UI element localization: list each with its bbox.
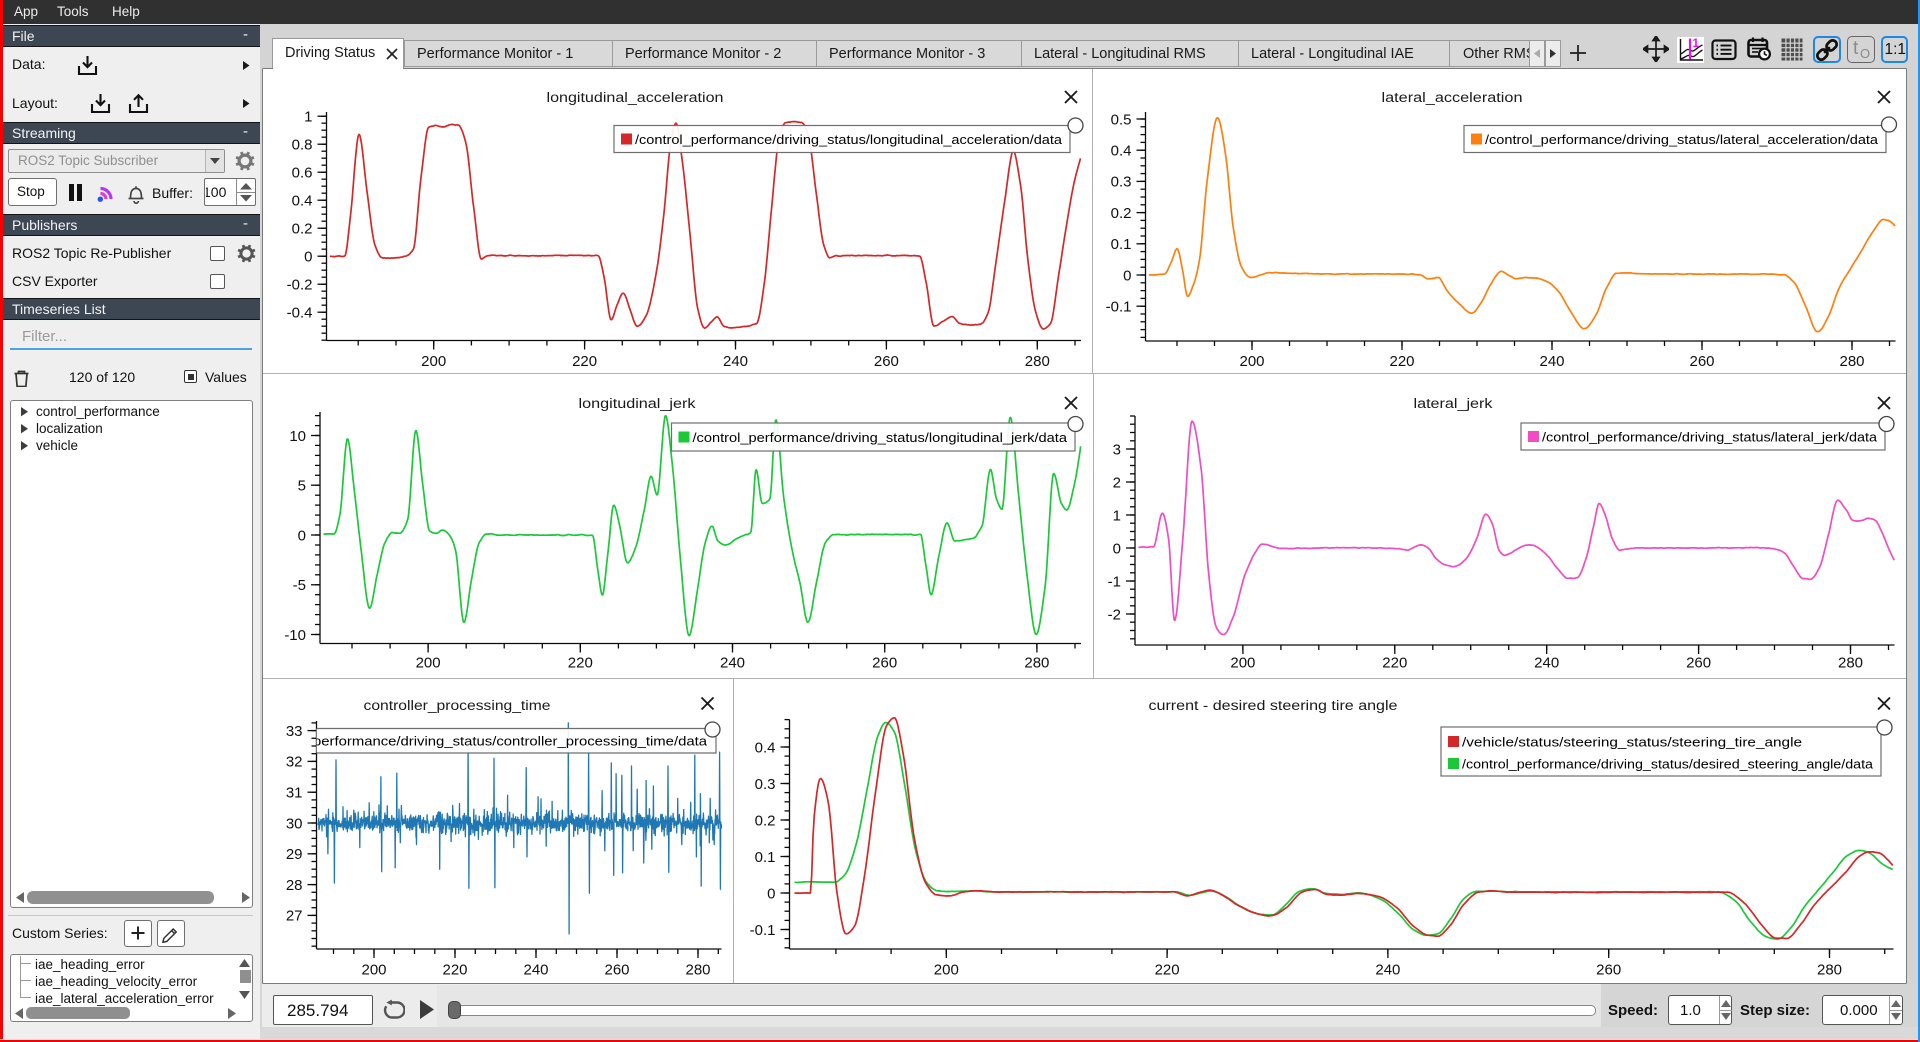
svg-text:260: 260 (1596, 961, 1621, 978)
svg-text:260: 260 (604, 961, 629, 978)
svg-text:220: 220 (568, 655, 593, 672)
svg-text:/control_performance/driving_s: /control_performance/driving_status/late… (1542, 429, 1878, 444)
svg-text:240: 240 (523, 961, 548, 978)
svg-text:260: 260 (1689, 353, 1714, 370)
svg-text:-5: -5 (293, 577, 306, 594)
svg-text:0.4: 0.4 (1111, 143, 1132, 160)
svg-text:200: 200 (1230, 655, 1255, 672)
svg-text:33: 33 (286, 723, 303, 740)
svg-text:2: 2 (1113, 474, 1121, 491)
svg-text:-0.2: -0.2 (287, 277, 313, 294)
svg-text:0.1: 0.1 (1111, 236, 1132, 253)
svg-text:current - desired steering tir: current - desired steering tire angle (1149, 698, 1398, 714)
svg-text:/control_performance/driving_s: /control_performance/driving_status/cont… (262, 734, 708, 749)
svg-text:220: 220 (1382, 655, 1407, 672)
svg-text:200: 200 (361, 961, 386, 978)
svg-text:-2: -2 (1108, 606, 1121, 623)
svg-text:longitudinal_jerk: longitudinal_jerk (579, 396, 697, 412)
svg-text:0.4: 0.4 (755, 739, 776, 756)
svg-text:10: 10 (289, 428, 306, 445)
svg-text:0.3: 0.3 (755, 776, 776, 793)
svg-text:lateral_jerk: lateral_jerk (1414, 396, 1494, 412)
svg-text:lateral_acceleration: lateral_acceleration (1382, 90, 1523, 106)
svg-text:5: 5 (298, 478, 306, 495)
svg-text:-0.1: -0.1 (750, 922, 776, 939)
svg-text:220: 220 (572, 353, 597, 370)
svg-text:260: 260 (1686, 655, 1711, 672)
svg-text:240: 240 (720, 655, 745, 672)
svg-text:controller_processing_time: controller_processing_time (364, 698, 551, 714)
svg-text:-0.1: -0.1 (1106, 299, 1132, 316)
svg-text:1: 1 (1113, 507, 1121, 524)
svg-text:3: 3 (1113, 441, 1121, 458)
svg-text:280: 280 (1817, 961, 1842, 978)
svg-text:/control_performance/driving_s: /control_performance/driving_status/desi… (1462, 756, 1874, 771)
svg-text:0.2: 0.2 (292, 221, 313, 238)
svg-text:0.4: 0.4 (292, 193, 313, 210)
svg-text:28: 28 (286, 877, 303, 894)
svg-text:280: 280 (1025, 353, 1050, 370)
svg-text:29: 29 (286, 846, 303, 863)
svg-text:0.5: 0.5 (1111, 111, 1132, 128)
svg-text:240: 240 (1534, 655, 1559, 672)
svg-text:-10: -10 (284, 627, 306, 644)
svg-text:220: 220 (442, 961, 467, 978)
svg-text:200: 200 (934, 961, 959, 978)
svg-text:longitudinal_acceleration: longitudinal_acceleration (547, 90, 724, 106)
svg-text:27: 27 (286, 908, 303, 925)
svg-text:220: 220 (1155, 961, 1180, 978)
svg-text:/vehicle/status/steering_statu: /vehicle/status/steering_status/steering… (1462, 734, 1802, 749)
svg-text:0: 0 (1113, 540, 1121, 557)
svg-text:32: 32 (286, 754, 303, 771)
svg-text:0.2: 0.2 (755, 812, 776, 829)
svg-text:200: 200 (1239, 353, 1264, 370)
svg-text:0.6: 0.6 (292, 165, 313, 182)
svg-text:0.2: 0.2 (1111, 205, 1132, 222)
svg-text:220: 220 (1389, 353, 1414, 370)
svg-text:0: 0 (304, 249, 312, 266)
svg-text:0: 0 (298, 527, 306, 544)
svg-text:0.1: 0.1 (755, 849, 776, 866)
svg-text:-1: -1 (1108, 573, 1121, 590)
svg-text:1: 1 (304, 109, 312, 126)
svg-text:260: 260 (872, 655, 897, 672)
svg-text:240: 240 (1375, 961, 1400, 978)
svg-text:/control_performance/driving_s: /control_performance/driving_status/long… (635, 132, 1063, 147)
svg-text:0: 0 (767, 885, 775, 902)
svg-text:30: 30 (286, 815, 303, 832)
svg-text:-0.4: -0.4 (287, 305, 313, 322)
svg-text:280: 280 (1839, 353, 1864, 370)
svg-text:0.3: 0.3 (1111, 174, 1132, 191)
svg-text:/control_performance/driving_s: /control_performance/driving_status/long… (693, 430, 1068, 445)
svg-text:0.8: 0.8 (292, 137, 313, 154)
svg-text:280: 280 (685, 961, 710, 978)
svg-text:31: 31 (286, 785, 303, 802)
svg-text:0: 0 (1123, 267, 1131, 284)
svg-text:240: 240 (723, 353, 748, 370)
svg-text:200: 200 (416, 655, 441, 672)
svg-text:280: 280 (1024, 655, 1049, 672)
svg-text:280: 280 (1838, 655, 1863, 672)
svg-text:1: 1 (1693, 38, 1700, 50)
svg-text:260: 260 (874, 353, 899, 370)
svg-text:200: 200 (421, 353, 446, 370)
svg-text:/control_performance/driving_s: /control_performance/driving_status/late… (1485, 132, 1879, 147)
svg-text:240: 240 (1539, 353, 1564, 370)
